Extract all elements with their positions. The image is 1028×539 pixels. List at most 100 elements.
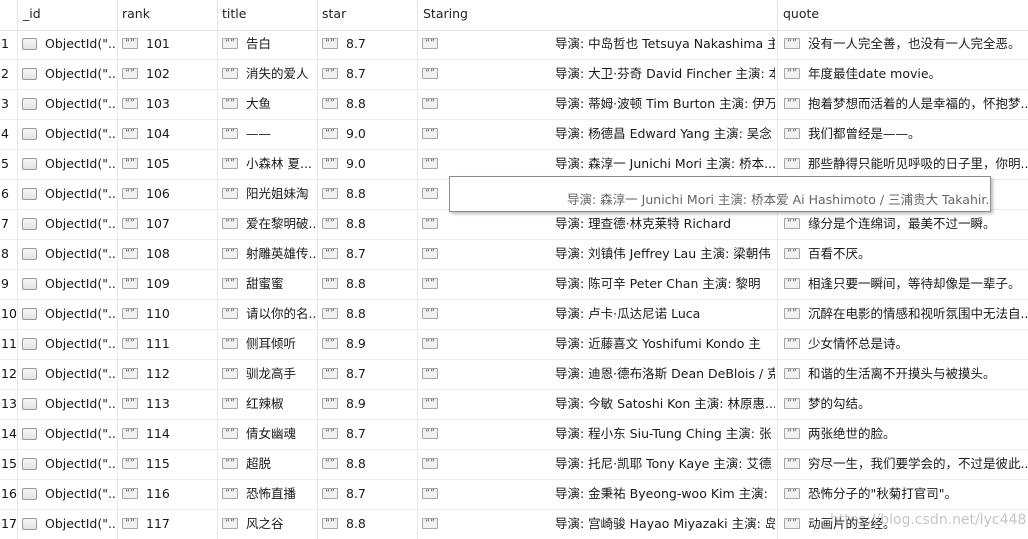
title-cell[interactable]: 超脱 — [218, 450, 318, 479]
table-row[interactable]: 12 ObjectId("... 112 驯龙高手 8.7 导演: 迪恩·德布洛斯 Dea… — [0, 360, 1028, 390]
quote-cell[interactable]: 相逢只要一瞬间，等待却像是一辈子。 — [778, 270, 1028, 299]
id-cell[interactable]: ObjectId("... — [18, 150, 118, 179]
quote-cell[interactable]: 抱着梦想而活着的人是幸福的，怀抱梦... — [778, 90, 1028, 119]
id-cell[interactable]: ObjectId("... — [18, 510, 118, 539]
quote-cell[interactable]: 梦的勾结。 — [778, 390, 1028, 419]
rank-cell[interactable]: 111 — [118, 330, 218, 359]
quote-cell[interactable]: 少女情怀总是诗。 — [778, 330, 1028, 359]
staring-cell[interactable]: 导演: 程小东 Siu-Tung Ching 主演: 张 — [418, 420, 778, 449]
rank-cell[interactable]: 109 — [118, 270, 218, 299]
quote-cell[interactable]: 穷尽一生，我们要学会的，不过是彼此... — [778, 450, 1028, 479]
title-cell[interactable]: 射雕英雄传... — [218, 240, 318, 269]
rank-cell[interactable]: 103 — [118, 90, 218, 119]
id-cell[interactable]: ObjectId("... — [18, 330, 118, 359]
table-row[interactable]: 2 ObjectId("... 102 消失的爱人 8.7 导演: 大卫·芬奇 David… — [0, 60, 1028, 90]
rank-cell[interactable]: 112 — [118, 360, 218, 389]
staring-cell[interactable]: 导演: 刘镇伟 Jeffrey Lau 主演: 梁朝伟 — [418, 240, 778, 269]
column-header-star[interactable]: star — [318, 0, 418, 30]
title-cell[interactable]: 请以你的名... — [218, 300, 318, 329]
rank-cell[interactable]: 110 — [118, 300, 218, 329]
title-cell[interactable]: 倩女幽魂 — [218, 420, 318, 449]
table-row[interactable]: 8 ObjectId("... 108 射雕英雄传... 8.7 导演: 刘镇伟 Jeff… — [0, 240, 1028, 270]
staring-cell[interactable]: 导演: 近藤喜文 Yoshifumi Kondo 主 — [418, 330, 778, 359]
rank-cell[interactable]: 116 — [118, 480, 218, 509]
staring-cell[interactable]: 导演: 杨德昌 Edward Yang 主演: 吴念 — [418, 120, 778, 149]
quote-cell[interactable]: 两张绝世的脸。 — [778, 420, 1028, 449]
star-cell[interactable]: 9.0 — [318, 150, 418, 179]
quote-cell[interactable]: 缘分是个连绵词，最美不过一瞬。 — [778, 210, 1028, 239]
id-cell[interactable]: ObjectId("... — [18, 180, 118, 209]
table-row[interactable]: 3 ObjectId("... 103 大鱼 8.8 导演: 蒂姆·波顿 Tim Burt… — [0, 90, 1028, 120]
table-row[interactable]: 9 ObjectId("... 109 甜蜜蜜 8.8 导演: 陈可辛 Peter Cha… — [0, 270, 1028, 300]
table-row[interactable]: 15 ObjectId("... 115 超脱 8.8 导演: 托尼·凯耶 Tony Ka… — [0, 450, 1028, 480]
staring-cell[interactable]: 导演: 森淳一 Junichi Mori 主演: 桥本... — [418, 150, 778, 179]
star-cell[interactable]: 8.8 — [318, 210, 418, 239]
table-row[interactable]: 16 ObjectId("... 116 恐怖直播 8.7 导演: 金秉祐 Byeong-… — [0, 480, 1028, 510]
star-cell[interactable]: 8.7 — [318, 30, 418, 59]
id-cell[interactable]: ObjectId("... — [18, 240, 118, 269]
quote-cell[interactable]: 没有一人完全善，也没有一人完全恶。 — [778, 30, 1028, 59]
rank-cell[interactable]: 114 — [118, 420, 218, 449]
staring-cell[interactable]: 导演: 卢卡·瓜达尼诺 Luca — [418, 300, 778, 329]
title-cell[interactable]: 甜蜜蜜 — [218, 270, 318, 299]
title-cell[interactable]: 爱在黎明破... — [218, 210, 318, 239]
star-cell[interactable]: 8.8 — [318, 510, 418, 539]
staring-cell[interactable]: 导演: 理查德·林克莱特 Richard — [418, 210, 778, 239]
star-cell[interactable]: 8.9 — [318, 390, 418, 419]
id-cell[interactable]: ObjectId("... — [18, 450, 118, 479]
id-cell[interactable]: ObjectId("... — [18, 120, 118, 149]
star-cell[interactable]: 8.9 — [318, 330, 418, 359]
rank-cell[interactable]: 101 — [118, 30, 218, 59]
rank-cell[interactable]: 113 — [118, 390, 218, 419]
star-cell[interactable]: 8.8 — [318, 450, 418, 479]
title-cell[interactable]: 侧耳倾听 — [218, 330, 318, 359]
staring-cell[interactable]: 导演: 今敏 Satoshi Kon 主演: 林原惠... — [418, 390, 778, 419]
table-row[interactable]: 1 ObjectId("... 101 告白 8.7 导演: 中岛哲也 Tetsuya N… — [0, 30, 1028, 60]
star-cell[interactable]: 8.8 — [318, 300, 418, 329]
title-cell[interactable]: 大鱼 — [218, 90, 318, 119]
quote-cell[interactable]: 我们都曾经是——。 — [778, 120, 1028, 149]
quote-cell[interactable]: 百看不厌。 — [778, 240, 1028, 269]
id-cell[interactable]: ObjectId("... — [18, 360, 118, 389]
table-row[interactable]: 7 ObjectId("... 107 爱在黎明破... 8.8 导演: 理查德·林克莱特… — [0, 210, 1028, 240]
staring-cell[interactable]: 导演: 蒂姆·波顿 Tim Burton 主演: 伊万· — [418, 90, 778, 119]
rank-cell[interactable]: 107 — [118, 210, 218, 239]
staring-cell[interactable]: 导演: 托尼·凯耶 Tony Kaye 主演: 艾德 — [418, 450, 778, 479]
star-cell[interactable]: 8.7 — [318, 480, 418, 509]
column-header-id[interactable]: _id — [18, 0, 118, 30]
rank-cell[interactable]: 115 — [118, 450, 218, 479]
quote-cell[interactable]: 那些静得只能听见呼吸的日子里，你明... — [778, 150, 1028, 179]
staring-cell[interactable]: 导演: 金秉祐 Byeong-woo Kim 主演: — [418, 480, 778, 509]
star-cell[interactable]: 8.8 — [318, 180, 418, 209]
table-row[interactable]: 11 ObjectId("... 111 侧耳倾听 8.9 导演: 近藤喜文 Yoshif… — [0, 330, 1028, 360]
id-cell[interactable]: ObjectId("... — [18, 300, 118, 329]
id-cell[interactable]: ObjectId("... — [18, 480, 118, 509]
title-cell[interactable]: 消失的爱人 — [218, 60, 318, 89]
quote-cell[interactable]: 沉醉在电影的情感和视听氛围中无法自... — [778, 300, 1028, 329]
title-cell[interactable]: —— — [218, 120, 318, 149]
staring-cell[interactable]: 导演: 宫崎骏 Hayao Miyazaki 主演: 岛 — [418, 510, 778, 539]
id-cell[interactable]: ObjectId("... — [18, 390, 118, 419]
id-cell[interactable]: ObjectId("... — [18, 90, 118, 119]
rank-cell[interactable]: 108 — [118, 240, 218, 269]
star-cell[interactable]: 9.0 — [318, 120, 418, 149]
id-cell[interactable]: ObjectId("... — [18, 210, 118, 239]
quote-cell[interactable]: 和谐的生活离不开摸头与被摸头。 — [778, 360, 1028, 389]
title-cell[interactable]: 告白 — [218, 30, 318, 59]
table-row[interactable]: 14 ObjectId("... 114 倩女幽魂 8.7 导演: 程小东 Siu-Tun… — [0, 420, 1028, 450]
column-header-rank[interactable]: rank — [118, 0, 218, 30]
title-cell[interactable]: 恐怖直播 — [218, 480, 318, 509]
id-cell[interactable]: ObjectId("... — [18, 30, 118, 59]
column-header-staring[interactable]: Staring — [418, 0, 778, 30]
table-row[interactable]: 10 ObjectId("... 110 请以你的名... 8.8 导演: 卢卡·瓜达尼诺… — [0, 300, 1028, 330]
title-cell[interactable]: 小森林 夏... — [218, 150, 318, 179]
quote-cell[interactable]: 恐怖分子的"秋菊打官司"。 — [778, 480, 1028, 509]
star-cell[interactable]: 8.7 — [318, 360, 418, 389]
staring-cell[interactable]: 导演: 中岛哲也 Tetsuya Nakashima 主 — [418, 30, 778, 59]
quote-cell[interactable]: 年度最佳date movie。 — [778, 60, 1028, 89]
title-cell[interactable]: 风之谷 — [218, 510, 318, 539]
star-cell[interactable]: 8.7 — [318, 60, 418, 89]
table-row[interactable]: 4 ObjectId("... 104 —— 9.0 导演: 杨德昌 Edward Yan… — [0, 120, 1028, 150]
star-cell[interactable]: 8.7 — [318, 240, 418, 269]
rank-cell[interactable]: 102 — [118, 60, 218, 89]
